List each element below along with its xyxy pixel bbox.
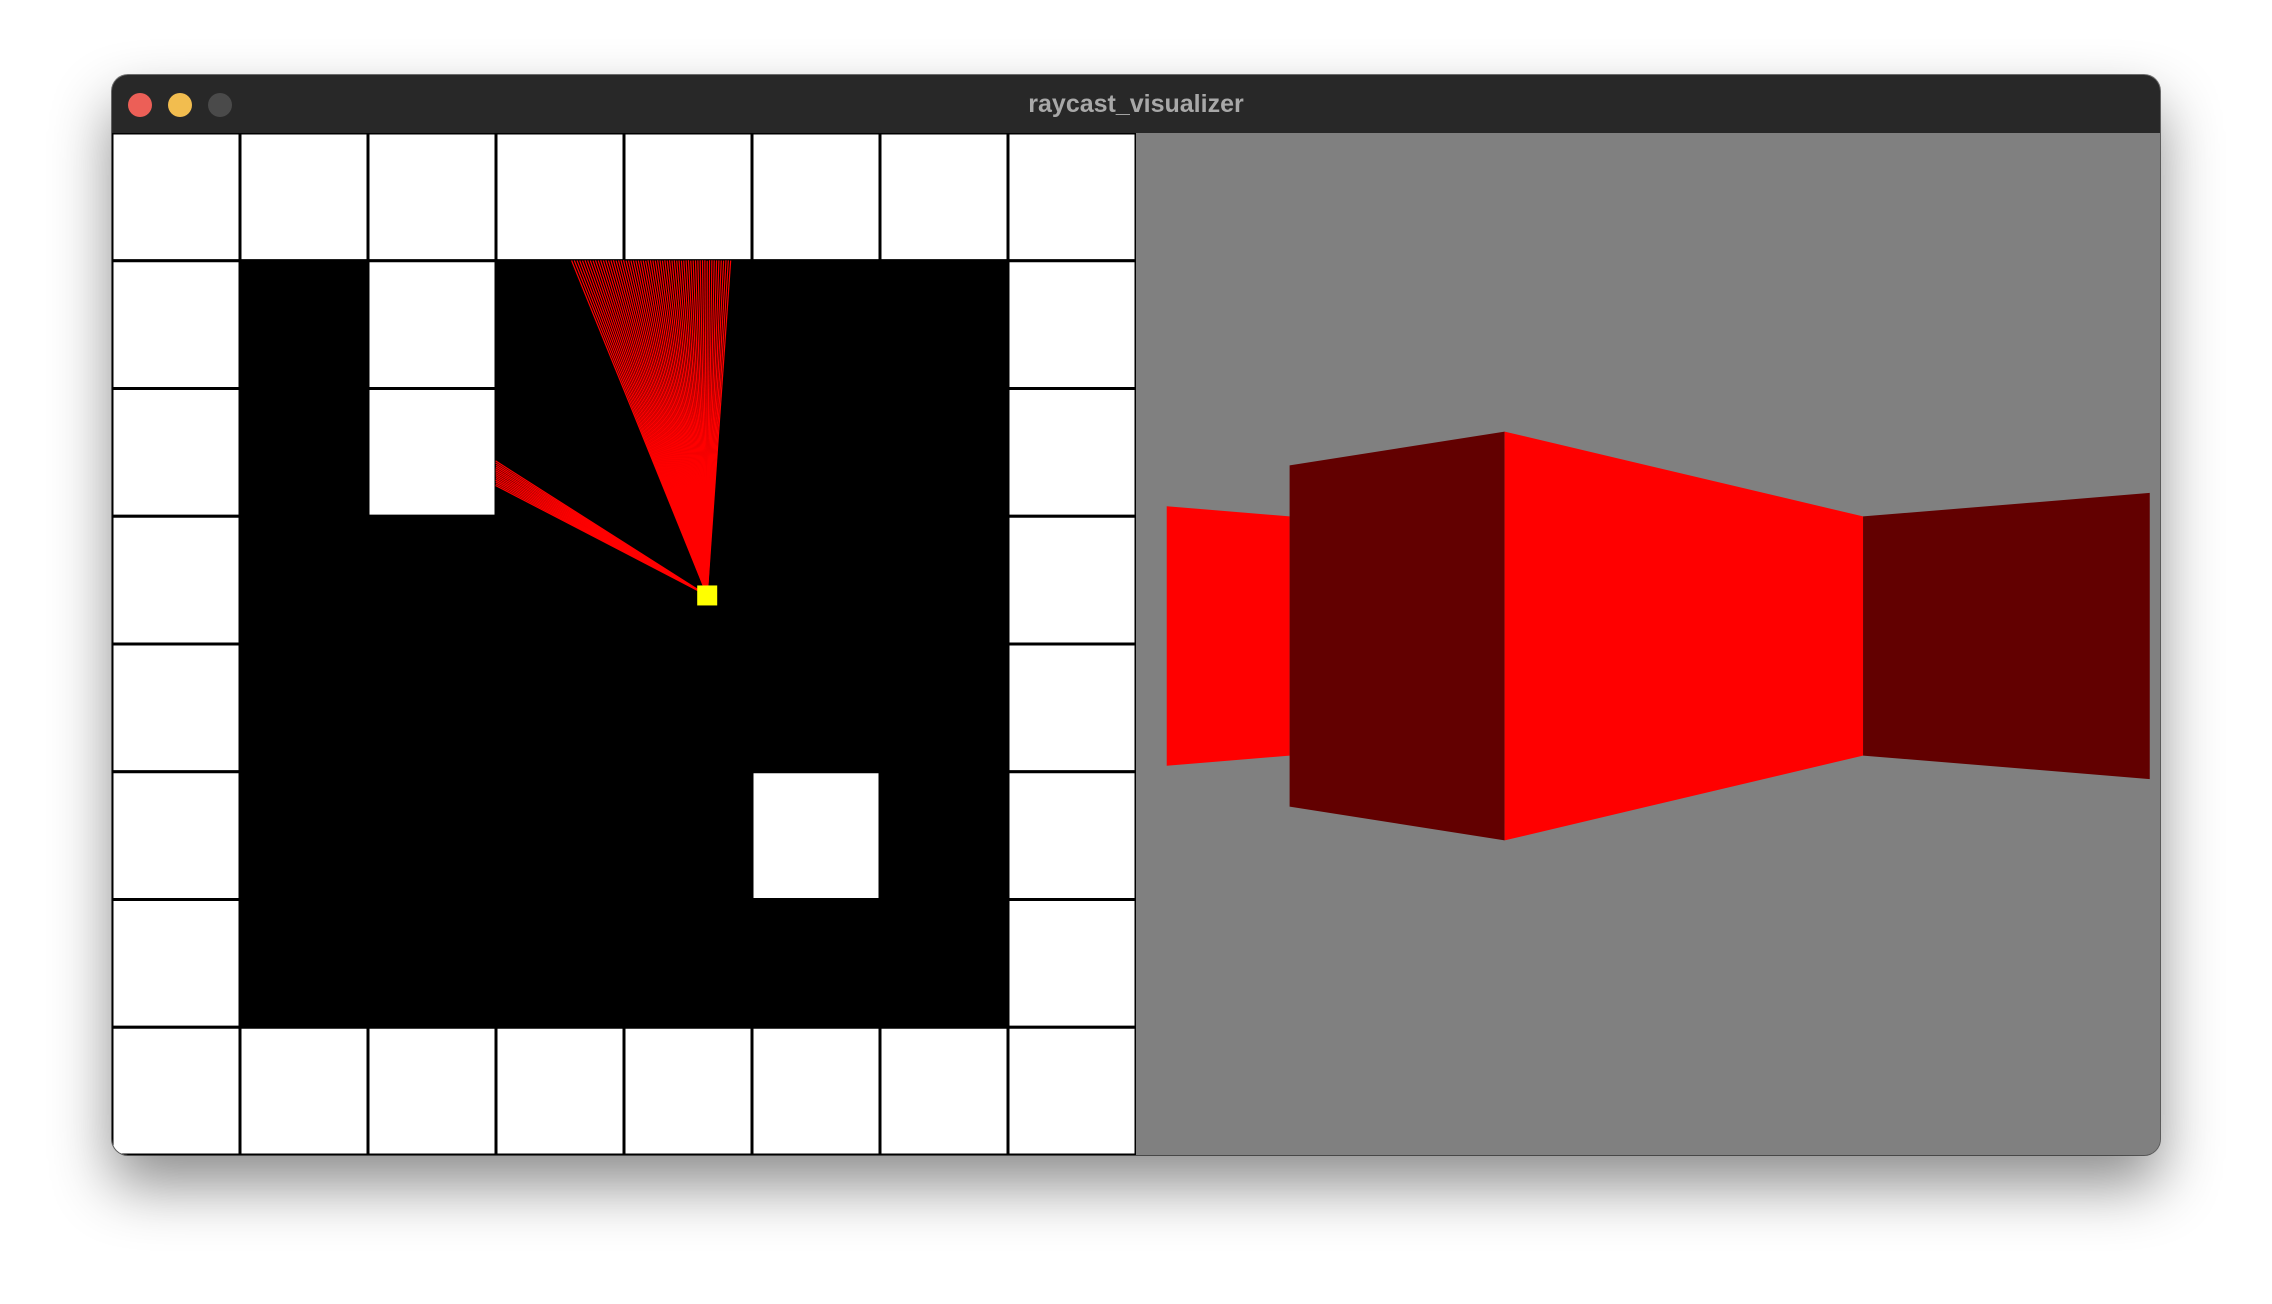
floor-cell bbox=[622, 770, 754, 901]
wall-strip-lit bbox=[1166, 506, 1290, 766]
wall-cell bbox=[112, 642, 242, 774]
floor-cell bbox=[878, 770, 1010, 901]
floor-cell bbox=[750, 898, 882, 1029]
floor-cell bbox=[494, 642, 626, 774]
wall-cell bbox=[1006, 514, 1136, 646]
map-view-panel bbox=[112, 133, 1136, 1155]
floor-cell bbox=[366, 770, 498, 901]
wall-cell bbox=[366, 133, 498, 263]
wall-cell bbox=[112, 387, 242, 518]
wall-strip-shaded bbox=[1289, 431, 1505, 841]
app-window: raycast_visualizer bbox=[112, 75, 2160, 1155]
wall-cell bbox=[112, 514, 242, 646]
floor-cell bbox=[622, 642, 754, 774]
floor-cell bbox=[238, 770, 370, 901]
floor-cell bbox=[238, 259, 370, 390]
map-grid bbox=[112, 133, 1136, 1155]
wall-cell bbox=[112, 1025, 242, 1155]
floor-cell bbox=[494, 898, 626, 1029]
wall-cell bbox=[112, 259, 242, 390]
floor-cell bbox=[750, 642, 882, 774]
window-title: raycast_visualizer bbox=[1028, 90, 1244, 118]
wall-cell bbox=[112, 133, 242, 263]
floor-cell bbox=[878, 514, 1010, 646]
wall-cell bbox=[112, 898, 242, 1029]
wall-cell bbox=[1006, 1025, 1136, 1155]
wall-strips bbox=[1166, 431, 2150, 841]
floor-cell bbox=[238, 387, 370, 518]
wall-cell bbox=[750, 133, 882, 263]
wall-cell bbox=[112, 770, 242, 901]
window-content bbox=[112, 133, 2160, 1155]
wall-cell bbox=[622, 1025, 754, 1155]
player-marker bbox=[697, 585, 718, 606]
wall-cell bbox=[1006, 770, 1136, 901]
wall-cell bbox=[622, 133, 754, 263]
wall-cell bbox=[494, 133, 626, 263]
floor-cell bbox=[878, 387, 1010, 518]
floor-cell bbox=[238, 642, 370, 774]
floor-cell bbox=[750, 514, 882, 646]
floor-cell bbox=[494, 770, 626, 901]
wall-cell bbox=[238, 1025, 370, 1155]
floor-cell bbox=[366, 898, 498, 1029]
wall-cell bbox=[366, 1025, 498, 1155]
floor-cell bbox=[238, 514, 370, 646]
floor-cell bbox=[622, 898, 754, 1029]
wall-cell bbox=[878, 1025, 1010, 1155]
wall-cell bbox=[1006, 133, 1136, 263]
wall-cell bbox=[366, 259, 498, 390]
wall-cell bbox=[494, 1025, 626, 1155]
floor-cell bbox=[750, 259, 882, 390]
wall-strip-lit bbox=[1504, 431, 1864, 841]
wall-cell bbox=[750, 1025, 882, 1155]
render-canvas bbox=[1166, 431, 2150, 841]
floor-cell bbox=[750, 387, 882, 518]
wall-cell bbox=[238, 133, 370, 263]
wall-cell bbox=[1006, 898, 1136, 1029]
floor-cell bbox=[878, 259, 1010, 390]
wall-cell bbox=[878, 133, 1010, 263]
title-bar[interactable]: raycast_visualizer bbox=[112, 75, 2160, 134]
wall-cell bbox=[1006, 259, 1136, 390]
wall-cell bbox=[1006, 642, 1136, 774]
floor-cell bbox=[366, 514, 498, 646]
wall-strip-shaded bbox=[1863, 492, 2150, 780]
floor-cell bbox=[366, 642, 498, 774]
floor-cell bbox=[878, 642, 1010, 774]
floor-cell bbox=[878, 898, 1010, 1029]
floor-cell bbox=[494, 387, 626, 518]
wall-cell bbox=[366, 387, 498, 518]
render-view-panel bbox=[1136, 133, 2160, 1155]
wall-cell bbox=[1006, 387, 1136, 518]
map-canvas bbox=[112, 133, 1136, 1155]
floor-cell bbox=[238, 898, 370, 1029]
wall-cell bbox=[750, 770, 882, 901]
